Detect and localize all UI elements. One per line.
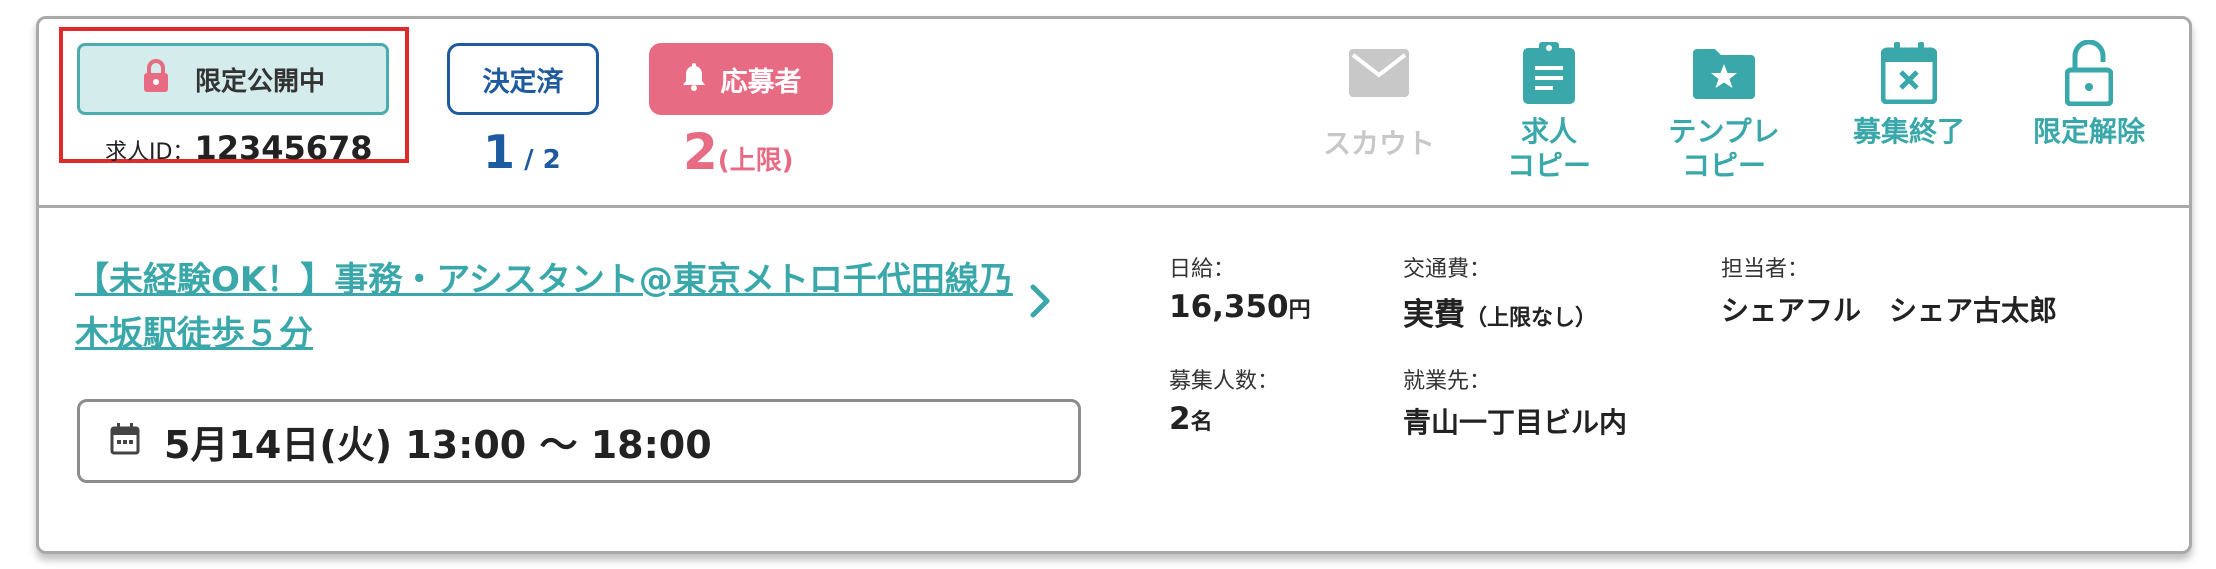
workplace-label: 就業先： <box>1403 369 1492 394</box>
unlock-icon <box>2065 40 2113 106</box>
applicant-count-note: (上限) <box>717 146 794 176</box>
folder-star-icon <box>1693 41 1755 105</box>
workplace: 就業先： 青山一丁目ビル内 <box>1403 363 1627 441</box>
recruit-count-label: 募集人数： <box>1169 369 1280 394</box>
decided-count-total: / 2 <box>515 145 561 175</box>
copy-job-button[interactable]: 求人 コピー <box>1469 41 1629 182</box>
lock-icon <box>141 58 171 101</box>
clipboard-icon <box>1523 41 1575 105</box>
job-title-link[interactable]: 【未経験OK！】事務・アシスタント@東京メトロ千代田線乃木坂駅徒歩５分 <box>75 253 1025 361</box>
job-id: 求人ID：12345678 <box>105 129 373 167</box>
copy-template-button[interactable]: テンプレ コピー <box>1629 41 1819 182</box>
copy-job-label: 求人 コピー <box>1506 115 1591 182</box>
job-card: 限定公開中 求人ID：12345678 決定済 1 / 2 応募者 2(上限) … <box>36 16 2192 554</box>
decided-count: 1 / 2 <box>483 125 561 179</box>
scout-button[interactable]: スカウト <box>1289 41 1469 161</box>
card-divider <box>39 205 2189 208</box>
daily-wage-unit: 円 <box>1288 298 1311 323</box>
job-id-label: 求人ID： <box>105 140 195 165</box>
end-recruitment-label: 募集終了 <box>1852 115 1965 148</box>
remove-restriction-label: 限定解除 <box>2032 115 2145 148</box>
applicant-count-value: 2 <box>683 123 718 181</box>
private-status-label: 限定公開中 <box>194 66 325 97</box>
transport-value: 実費 <box>1403 297 1465 333</box>
workplace-value: 青山一丁目ビル内 <box>1403 406 1628 439</box>
recruit-count-unit: 名 <box>1190 410 1213 435</box>
daily-wage: 日給： 16,350円 <box>1169 251 1311 325</box>
applicant-badge-label: 応募者 <box>720 66 802 98</box>
chevron-right-icon[interactable] <box>1029 283 1051 323</box>
manager: 担当者： シェアフル シェア古太郎 <box>1721 251 2057 329</box>
daily-wage-value: 16,350 <box>1169 289 1289 325</box>
end-recruitment-button[interactable]: 募集終了 <box>1819 41 1999 149</box>
private-status-badge[interactable]: 限定公開中 <box>77 43 389 115</box>
job-id-value: 12345678 <box>194 129 373 167</box>
remove-restriction-button[interactable]: 限定解除 <box>1999 40 2179 149</box>
applicant-count: 2(上限) <box>683 123 794 181</box>
manager-label: 担当者： <box>1721 257 1810 282</box>
mail-icon <box>1349 41 1409 105</box>
recruit-count-value: 2 <box>1169 401 1191 437</box>
scout-label: スカウト <box>1322 127 1435 160</box>
manager-value: シェアフル シェア古太郎 <box>1721 294 2058 327</box>
schedule-box: 5月14日(火) 13:00 〜 18:00 <box>77 399 1081 483</box>
copy-template-label: テンプレ コピー <box>1668 115 1780 182</box>
applicant-badge[interactable]: 応募者 <box>649 43 833 115</box>
transport-note: （上限なし） <box>1465 306 1598 331</box>
decided-badge[interactable]: 決定済 <box>447 43 599 115</box>
calendar-icon <box>110 423 140 459</box>
bell-icon <box>681 61 707 98</box>
decided-badge-label: 決定済 <box>482 66 564 98</box>
transport-label: 交通費： <box>1403 257 1492 282</box>
schedule-text: 5月14日(火) 13:00 〜 18:00 <box>164 422 712 467</box>
decided-count-value: 1 <box>483 125 516 179</box>
calendar-x-icon <box>1881 41 1937 105</box>
recruit-count: 募集人数： 2名 <box>1169 363 1279 437</box>
transport-fee: 交通費： 実費（上限なし） <box>1403 251 1597 334</box>
daily-wage-label: 日給： <box>1169 257 1236 282</box>
